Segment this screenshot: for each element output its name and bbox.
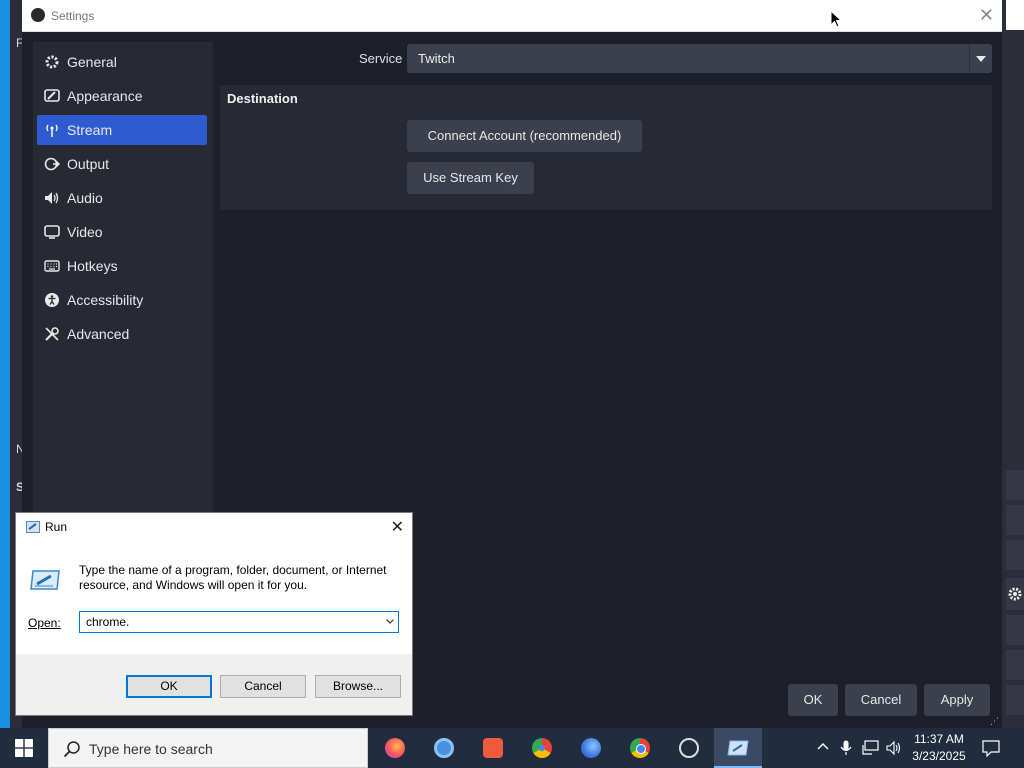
run-app-icon — [26, 521, 40, 533]
run-footer: OK Cancel Browse... — [16, 654, 412, 715]
destination-header: Destination — [227, 91, 298, 106]
background-panel — [1006, 650, 1024, 680]
sidebar-item-label: Output — [67, 156, 110, 172]
service-select-value: Twitch — [418, 51, 455, 66]
output-icon — [44, 157, 60, 171]
wrench-icon — [45, 327, 59, 341]
sidebar-item-label: Audio — [67, 190, 103, 206]
background-panel — [1006, 470, 1024, 500]
ok-button[interactable]: OK — [788, 684, 838, 716]
windows-logo-icon — [15, 739, 33, 757]
run-icon — [727, 740, 749, 756]
settings-sidebar: General Appearance Stream Output Audio V… — [33, 42, 213, 518]
sidebar-item-label: Stream — [67, 122, 113, 138]
firefox-icon[interactable] — [379, 732, 411, 764]
obs-logo-icon — [31, 8, 45, 22]
run-dialog: Run ✕ Type the name of a program, folder… — [15, 512, 413, 716]
red-app-icon[interactable] — [477, 732, 509, 764]
notification-icon[interactable] — [982, 739, 1000, 757]
accessibility-icon — [45, 293, 59, 307]
stream-antenna-icon — [46, 124, 58, 137]
chevron-down-icon[interactable] — [969, 44, 992, 73]
sidebar-item-advanced[interactable]: Advanced — [37, 319, 207, 349]
sidebar-item-label: Video — [67, 224, 103, 240]
chrome-b-icon[interactable] — [526, 732, 558, 764]
run-dialog-title: Run — [45, 520, 68, 534]
mouse-cursor-icon — [830, 10, 842, 28]
speaker-icon — [45, 192, 59, 204]
volume-icon[interactable] — [886, 740, 902, 756]
close-button[interactable]: ✕ — [979, 5, 994, 25]
clock-time: 11:37 AM — [914, 732, 964, 746]
microphone-icon[interactable] — [840, 740, 852, 756]
network-icon[interactable] — [862, 740, 880, 756]
sidebar-item-output[interactable]: Output — [37, 149, 207, 179]
sidebar-item-label: Accessibility — [67, 292, 144, 308]
search-icon — [63, 741, 80, 758]
run-description: Type the name of a program, folder, docu… — [79, 563, 387, 592]
run-taskbar-button[interactable] — [714, 728, 762, 768]
background-obs-window-right — [1002, 0, 1024, 728]
firefox-dev-icon[interactable] — [575, 732, 607, 764]
search-placeholder: Type here to search — [89, 741, 213, 757]
destination-group: Destination Connect Account (recommended… — [220, 85, 992, 210]
run-cancel-button[interactable]: Cancel — [220, 675, 306, 698]
background-panel — [1006, 540, 1024, 570]
service-select[interactable]: Twitch — [407, 44, 992, 73]
resize-grip-icon[interactable]: ⋰ — [990, 716, 999, 727]
open-label: Open: — [28, 616, 61, 630]
background-gear-button[interactable] — [1006, 578, 1024, 610]
open-input[interactable]: chrome. — [79, 611, 399, 633]
taskbar-clock[interactable]: 11:37 AM 3/23/2025 — [906, 731, 972, 765]
sidebar-item-label: Appearance — [67, 88, 143, 104]
appearance-icon — [44, 89, 60, 102]
cancel-button[interactable]: Cancel — [845, 684, 917, 716]
sidebar-item-hotkeys[interactable]: Hotkeys — [37, 251, 207, 281]
run-titlebar[interactable]: Run ✕ — [16, 513, 412, 541]
connect-account-button[interactable]: Connect Account (recommended) — [407, 120, 642, 152]
sidebar-item-general[interactable]: General — [37, 47, 207, 77]
gear-icon — [1008, 587, 1022, 601]
background-panel — [1006, 615, 1024, 645]
use-stream-key-button[interactable]: Use Stream Key — [407, 162, 534, 194]
sidebar-item-accessibility[interactable]: Accessibility — [37, 285, 207, 315]
monitor-icon — [44, 225, 60, 239]
clock-date: 3/23/2025 — [912, 749, 966, 763]
apply-button[interactable]: Apply — [924, 684, 990, 716]
close-button[interactable]: ✕ — [391, 517, 404, 537]
chevron-down-icon[interactable] — [386, 617, 394, 625]
start-button[interactable] — [0, 728, 48, 768]
obs-icon[interactable] — [673, 732, 705, 764]
service-label: Service — [359, 51, 403, 66]
sidebar-item-appearance[interactable]: Appearance — [37, 81, 207, 111]
sidebar-item-audio[interactable]: Audio — [37, 183, 207, 213]
chromium-icon[interactable] — [428, 732, 460, 764]
chevron-up-icon[interactable] — [816, 740, 830, 754]
run-large-icon — [30, 570, 60, 590]
settings-window-title: Settings — [51, 9, 95, 23]
background-window-edge — [0, 0, 10, 728]
gear-icon — [45, 55, 59, 69]
sidebar-item-stream[interactable]: Stream — [37, 115, 207, 145]
chrome-icon[interactable] — [624, 732, 656, 764]
sidebar-item-label: Advanced — [67, 326, 130, 342]
background-panel — [1006, 505, 1024, 535]
run-ok-button[interactable]: OK — [126, 675, 212, 698]
sidebar-item-label: General — [67, 54, 117, 70]
taskbar-search-box[interactable]: Type here to search — [48, 728, 368, 768]
open-input-value: chrome. — [86, 615, 130, 629]
background-titlebar — [1006, 0, 1024, 30]
run-body: Type the name of a program, folder, docu… — [16, 541, 412, 654]
sidebar-item-label: Hotkeys — [67, 258, 118, 274]
background-panel — [1006, 685, 1024, 715]
settings-titlebar[interactable]: Settings ✕ — [22, 0, 1002, 32]
keyboard-icon — [44, 260, 60, 272]
run-browse-button[interactable]: Browse... — [315, 675, 401, 698]
taskbar: Type here to search 11:37 AM 3/23/2025 — [0, 728, 1024, 768]
sidebar-item-video[interactable]: Video — [37, 217, 207, 247]
